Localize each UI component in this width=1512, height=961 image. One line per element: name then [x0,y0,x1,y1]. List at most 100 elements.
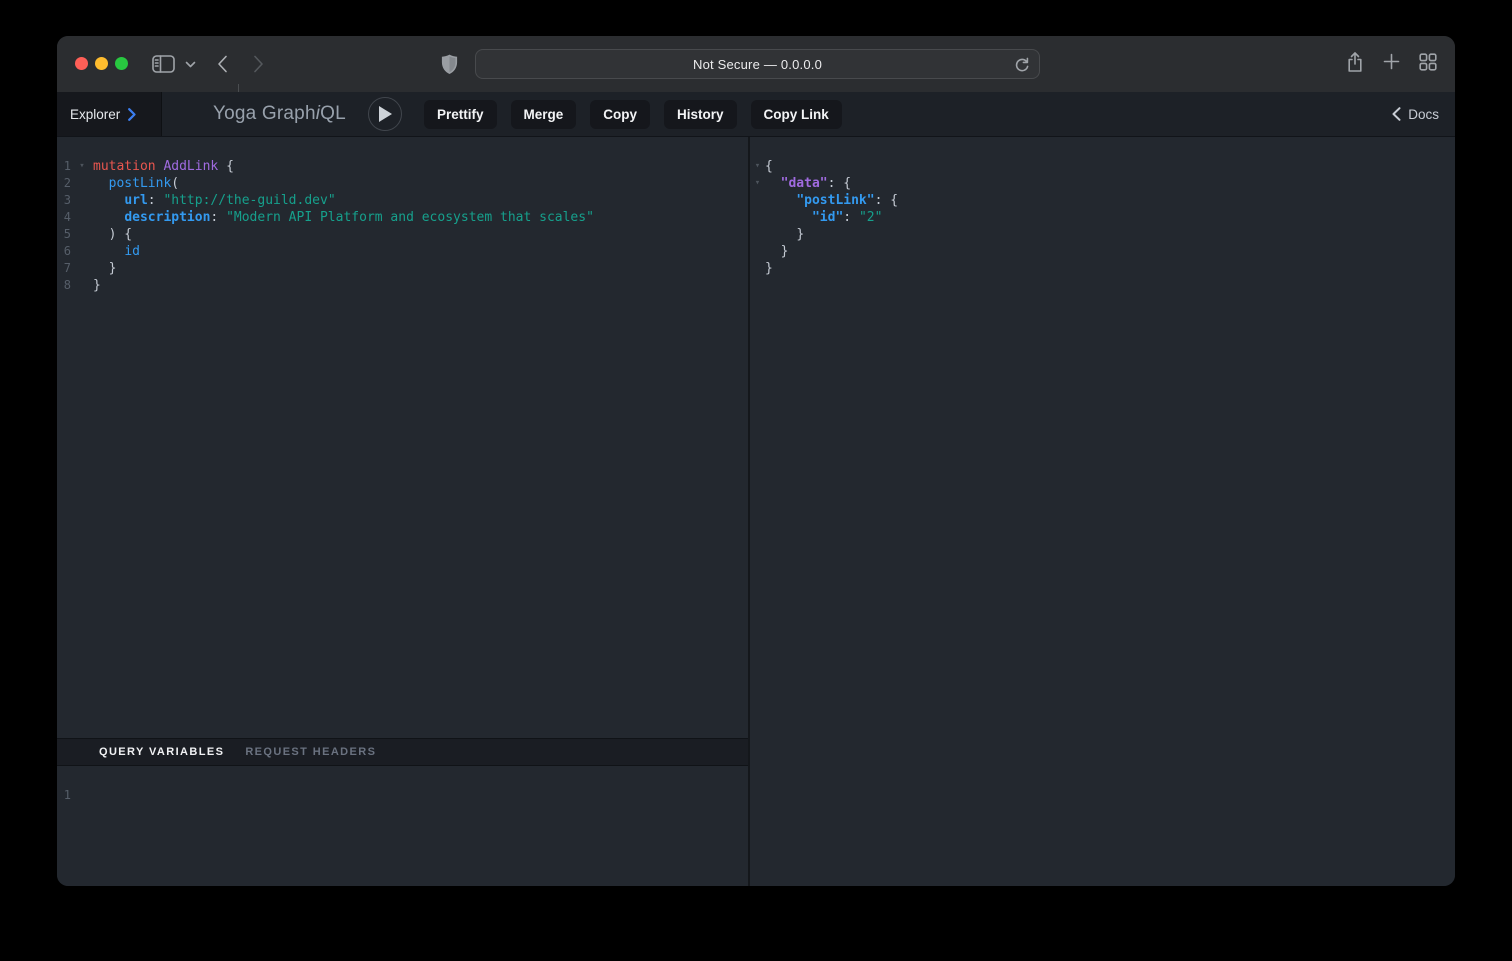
line-number: 7 [57,260,71,277]
line-number: 3 [57,192,71,209]
close-button[interactable] [75,57,88,70]
code-content: "id": "2" [765,209,882,226]
sidebar-toggle-button[interactable] [152,55,175,73]
query-editor[interactable]: 1▾mutation AddLink {2 postLink(3 url: "h… [57,137,748,738]
code-token: "postLink" [796,193,874,208]
line-number: 2 [57,175,71,192]
fold-spacer [750,226,765,243]
traffic-lights [75,57,128,70]
prettify-button[interactable]: Prettify [424,100,497,129]
fold-spacer [750,209,765,226]
fold-arrow-icon[interactable]: ▾ [71,158,93,175]
code-token: { [765,159,773,174]
explorer-toggle[interactable]: Explorer [57,92,162,136]
fold-spacer [71,192,93,209]
browser-window: Not Secure — 0.0.0.0 [57,36,1455,886]
line-number: 5 [57,226,71,243]
code-content: id [93,243,140,260]
code-token [765,244,781,259]
code-line: 6 id [57,243,748,260]
privacy-report-button[interactable] [441,54,458,75]
copy-button[interactable]: Copy [590,100,650,129]
copy-link-button[interactable]: Copy Link [751,100,842,129]
code-line: ▾{ [750,158,1455,175]
fold-spacer [750,260,765,277]
code-token: } [109,261,117,276]
code-line: 7 } [57,260,748,277]
tab-overview-button[interactable] [1419,53,1437,76]
code-token [765,227,796,242]
tab-query-variables[interactable]: QUERY VARIABLES [99,746,224,758]
forward-button[interactable] [253,55,264,73]
chevron-right-icon [253,55,264,73]
code-content: description: "Modern API Platform and ec… [93,209,594,226]
toolbar-buttons: Prettify Merge Copy History Copy Link [424,100,842,129]
code-line: 1 [57,787,748,804]
code-line: "id": "2" [750,209,1455,226]
chevron-left-icon [1392,107,1401,121]
graphiql-content: 1▾mutation AddLink {2 postLink(3 url: "h… [57,137,1455,886]
new-tab-button[interactable] [1383,53,1400,75]
code-line: } [750,243,1455,260]
code-line: ▾ "data": { [750,175,1455,192]
code-token: : [843,210,859,225]
app-title-suffix: QL [320,103,346,125]
code-token: : { [875,193,898,208]
code-line: 4 description: "Modern API Platform and … [57,209,748,226]
fold-spacer [71,175,93,192]
play-icon [377,105,393,123]
code-token [93,227,109,242]
merge-button[interactable]: Merge [511,100,577,129]
query-pane: 1▾mutation AddLink {2 postLink(3 url: "h… [57,137,748,886]
bottom-tabs-bar: QUERY VARIABLES REQUEST HEADERS [57,738,748,766]
chevron-right-icon [128,108,136,121]
zoom-button[interactable] [115,57,128,70]
minimize-button[interactable] [95,57,108,70]
app-title: Yoga GraphiQL [213,92,346,136]
execute-query-button[interactable] [368,97,402,131]
fold-arrow-icon[interactable]: ▾ [750,158,765,175]
code-line: 1▾mutation AddLink { [57,158,748,175]
sidebar-menu-button[interactable] [185,61,196,68]
code-line: 3 url: "http://the-guild.dev" [57,192,748,209]
fold-spacer [750,243,765,260]
line-number: 6 [57,243,71,260]
code-content: } [93,277,101,294]
code-content: url: "http://the-guild.dev" [93,192,336,209]
code-token: "Modern API Platform and ecosystem that … [226,210,594,225]
code-token: description [124,210,210,225]
fold-spacer [71,226,93,243]
docs-toggle[interactable]: Docs [1392,92,1439,136]
code-token [765,176,781,191]
history-button[interactable]: History [664,100,737,129]
code-token: } [781,244,789,259]
fold-arrow-icon[interactable]: ▾ [750,175,765,192]
code-line: } [750,260,1455,277]
app-title-prefix: Yoga Graph [213,103,316,125]
code-token: : { [828,176,851,191]
query-variables-editor[interactable]: 1 [57,766,748,886]
share-button[interactable] [1346,51,1364,78]
code-token [93,176,109,191]
tab-request-headers[interactable]: REQUEST HEADERS [245,746,376,758]
url-bar[interactable]: Not Secure — 0.0.0.0 [475,49,1040,79]
url-text: Not Secure — 0.0.0.0 [693,57,822,72]
code-token: postLink [109,176,172,191]
code-token: } [93,278,101,293]
code-content: "data": { [765,175,851,192]
code-token: "http://the-guild.dev" [163,193,335,208]
explorer-label: Explorer [70,107,120,122]
code-token: id [124,244,140,259]
code-token [93,193,124,208]
response-viewer[interactable]: ▾{▾ "data": { "postLink": { "id": "2" } … [750,137,1455,277]
sidebar-icon [152,55,175,73]
chevron-down-icon [185,61,196,68]
chevron-left-icon [217,55,228,73]
back-button[interactable] [217,55,228,73]
reload-icon [1014,56,1030,73]
reload-button[interactable] [1014,56,1030,73]
code-token: ( [171,176,179,191]
fold-spacer [71,277,93,294]
code-content: { [765,158,773,175]
shield-icon [441,54,458,75]
